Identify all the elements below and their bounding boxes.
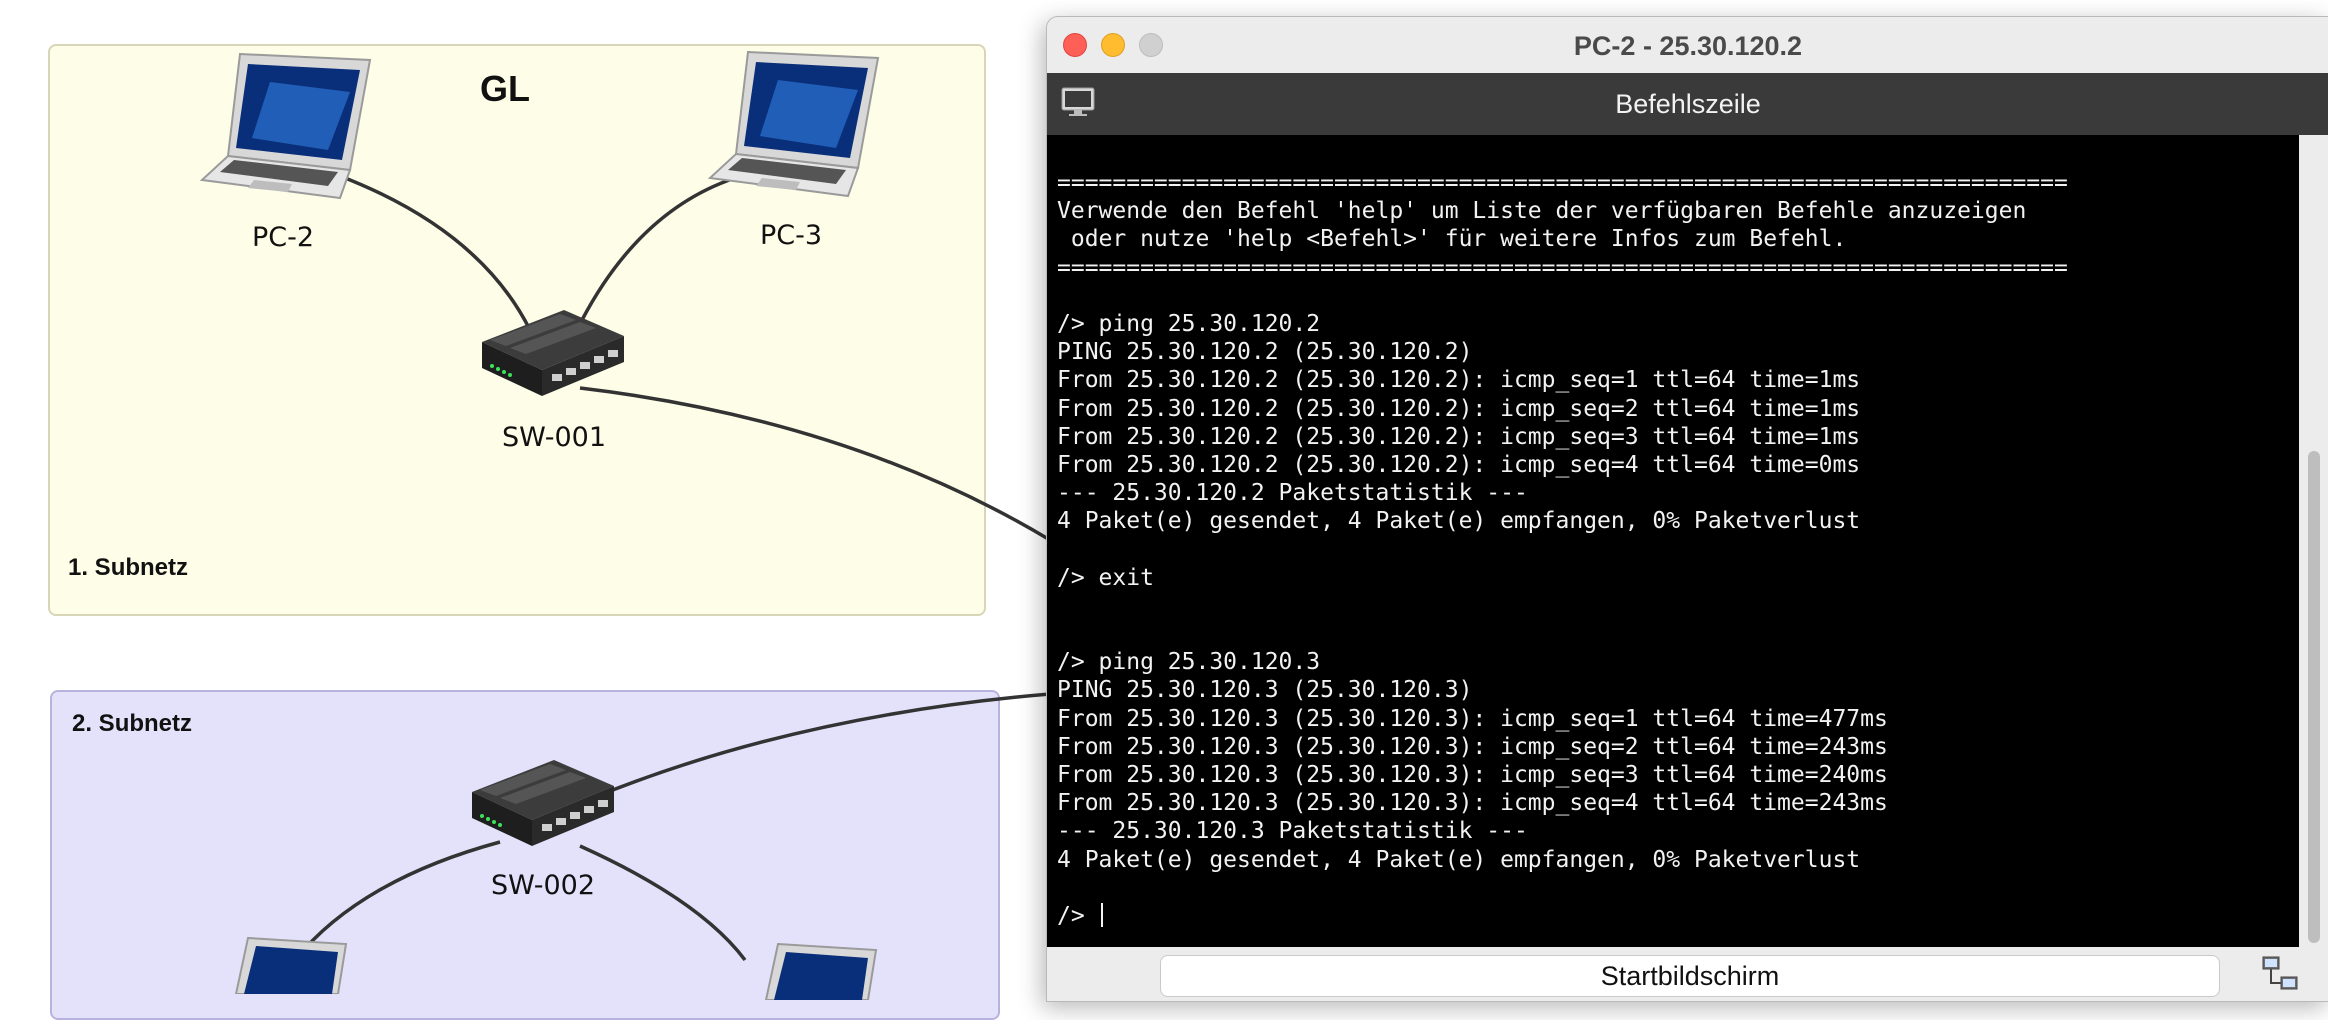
cable-sw001-out — [579, 386, 1050, 542]
cable-sw002-pc-right — [579, 844, 747, 962]
console-line: 4 Paket(e) gesendet, 4 Paket(e) empfange… — [1057, 846, 1861, 873]
laptop-pc2-icon[interactable] — [200, 52, 372, 200]
console-line: Verwende den Befehl 'help' um Liste der … — [1057, 198, 2027, 225]
terminal-window[interactable]: PC-2 - 25.30.120.2 Befehlszeile ========… — [1046, 16, 2328, 1002]
console-line: --- 25.30.120.2 Paketstatistik --- — [1057, 480, 1528, 507]
command-line-toolbar: Befehlszeile — [1047, 73, 2328, 135]
console-line: From 25.30.120.3 (25.30.120.3): icmp_seq… — [1057, 733, 1888, 760]
console-output[interactable]: ========================================… — [1047, 135, 2299, 947]
console-lines: ========================================… — [1057, 169, 2299, 902]
console-line: --- 25.30.120.3 Paketstatistik --- — [1057, 818, 1528, 845]
laptop-partial-left-icon[interactable] — [228, 934, 348, 994]
console-line: From 25.30.120.2 (25.30.120.2): icmp_seq… — [1057, 395, 1861, 422]
console-prompt: /> — [1057, 902, 1099, 929]
console-line: 4 Paket(e) gesendet, 4 Paket(e) empfange… — [1057, 508, 1861, 535]
device-label-sw002: SW-002 — [491, 870, 596, 901]
vertical-scrollbar[interactable] — [2299, 135, 2328, 947]
laptop-partial-right-icon[interactable] — [758, 940, 878, 1000]
switch-sw001-icon[interactable] — [480, 306, 626, 406]
window-title: PC-2 - 25.30.120.2 — [1573, 31, 1803, 61]
cable-sw002-out — [599, 692, 1050, 797]
text-cursor — [1100, 902, 1103, 927]
laptop-pc3-icon[interactable] — [708, 50, 880, 198]
switch-sw002-icon[interactable] — [470, 756, 616, 856]
console-line: /> ping 25.30.120.3 — [1057, 649, 1321, 676]
scrollbar-thumb[interactable] — [2308, 451, 2320, 943]
console-prompt-line[interactable]: /> — [1057, 902, 2299, 930]
console-line: From 25.30.120.3 (25.30.120.3): icmp_seq… — [1057, 705, 1888, 732]
toolbar-title: Befehlszeile — [1615, 89, 1761, 119]
device-label-pc2: PC-2 — [252, 222, 315, 253]
console-line: oder nutze 'help <Befehl>' für weitere I… — [1057, 226, 1847, 253]
cable-pc3-sw001 — [580, 176, 736, 321]
console-line: /> exit — [1057, 564, 1154, 591]
window-titlebar[interactable]: PC-2 - 25.30.120.2 — [1047, 17, 2328, 73]
console-line: ========================================… — [1057, 254, 2068, 281]
device-label-pc3: PC-3 — [760, 220, 823, 251]
home-screen-button[interactable]: Startbildschirm — [1160, 955, 2220, 997]
console-line: ========================================… — [1057, 170, 2068, 196]
console-line: From 25.30.120.3 (25.30.120.3): icmp_seq… — [1057, 790, 1888, 817]
network-icon[interactable] — [2261, 955, 2299, 993]
bottom-bar: Startbildschirm — [1047, 947, 2328, 1001]
console-line: From 25.30.120.3 (25.30.120.3): icmp_seq… — [1057, 761, 1888, 788]
console-line: From 25.30.120.2 (25.30.120.2): icmp_seq… — [1057, 367, 1861, 394]
console-line: PING 25.30.120.2 (25.30.120.2) — [1057, 339, 1473, 366]
console-line: PING 25.30.120.3 (25.30.120.3) — [1057, 677, 1473, 704]
console-line: From 25.30.120.2 (25.30.120.2): icmp_seq… — [1057, 423, 1861, 450]
device-label-sw001: SW-001 — [502, 422, 607, 453]
console-line: /> ping 25.30.120.2 — [1057, 310, 1321, 337]
console-line: From 25.30.120.2 (25.30.120.2): icmp_seq… — [1057, 451, 1861, 478]
